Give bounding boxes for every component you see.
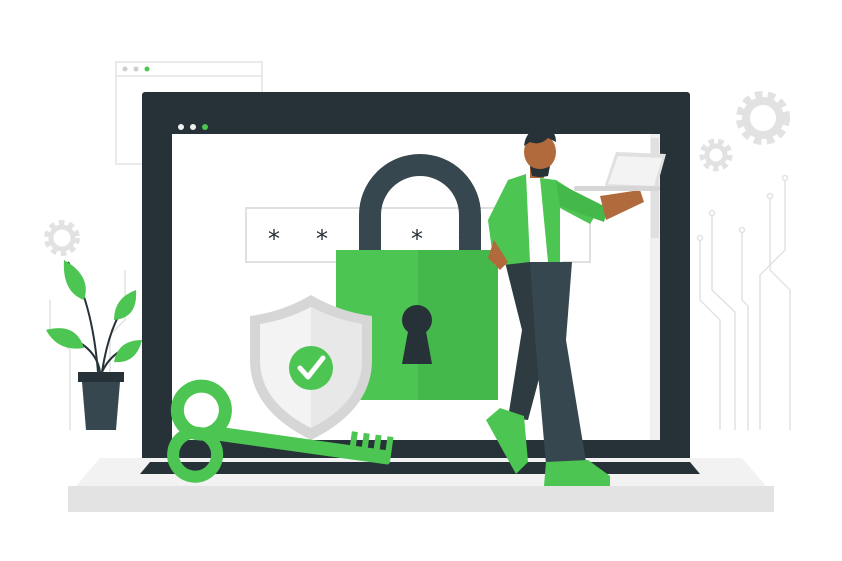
security-illustration: * * * * * bbox=[44, 61, 791, 512]
circuit-lines-icon bbox=[696, 174, 791, 430]
password-char: * bbox=[268, 225, 280, 253]
password-char: * bbox=[316, 225, 328, 253]
gear-icon bbox=[736, 91, 790, 145]
password-char: * bbox=[411, 225, 423, 253]
gear-icon bbox=[44, 220, 80, 256]
gear-icon bbox=[699, 138, 733, 172]
checkmark-icon bbox=[289, 346, 333, 390]
plant-icon bbox=[46, 260, 142, 430]
